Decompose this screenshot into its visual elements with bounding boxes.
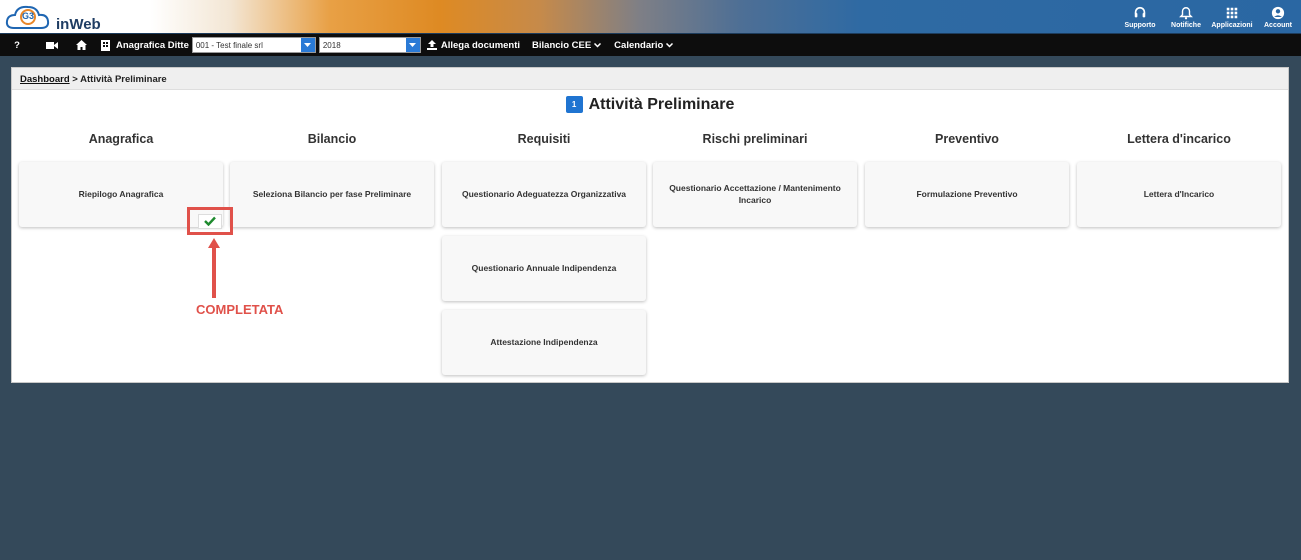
anagrafica-ditte-label: Anagrafica Ditte [116,39,189,51]
support-button[interactable]: Supporto [1117,0,1163,34]
completed-status-badge[interactable] [198,213,222,229]
column-heading-preventivo: Preventivo [935,132,999,146]
user-circle-icon [1271,6,1285,19]
card-questionario-adeguatezza[interactable]: Questionario Adeguatezza Organizzativa [442,162,646,227]
card-formulazione-preventivo[interactable]: Formulazione Preventivo [865,162,1069,227]
card-seleziona-bilancio[interactable]: Seleziona Bilancio per fase Preliminare [230,162,434,227]
notifications-label: Notifiche [1171,21,1201,29]
year-select[interactable]: 2018 [318,37,421,53]
headset-icon [1134,6,1146,17]
home-icon [75,40,87,50]
building-icon [100,39,110,51]
help-button[interactable]: ? [0,34,34,56]
app-header: G3 inWeb Supporto Notifiche Applicazioni… [0,0,1301,34]
bell-icon [1179,6,1193,19]
help-label: ? [14,39,20,51]
logo-text: inWeb [56,16,101,33]
card-questionario-indipendenza[interactable]: Questionario Annuale Indipendenza [442,236,646,301]
company-select-value: 001 - Test finale srl [195,41,263,50]
home-button[interactable] [70,34,92,56]
video-button[interactable] [34,34,70,56]
page-title-text: Attività Preliminare [588,96,735,113]
calendario-menu[interactable]: Calendario [614,34,674,56]
completed-check-highlight [187,207,233,235]
video-camera-icon [46,41,58,49]
bilancio-cee-menu[interactable]: Bilancio CEE [532,34,602,56]
notifications-button[interactable]: Notifiche [1163,0,1209,34]
app-logo[interactable]: G3 inWeb [4,2,114,33]
column-heading-requisiti: Requisiti [517,132,571,146]
building-button[interactable] [94,34,116,56]
check-icon [204,216,216,226]
step-number-badge: 1 [565,96,583,113]
column-heading-bilancio: Bilancio [307,132,357,146]
breadcrumb: Dashboard > Attività Preliminare [12,68,1288,90]
upload-icon [426,40,437,50]
card-label: Questionario Adeguatezza Organizzativa [461,188,627,199]
bilancio-cee-label: Bilancio CEE [532,39,592,51]
breadcrumb-current: Attività Preliminare [80,74,167,85]
card-attestazione-indipendenza[interactable]: Attestazione Indipendenza [442,310,646,375]
account-button[interactable]: Account [1255,0,1301,34]
card-label: Questionario Annuale Indipendenza [471,262,617,273]
allega-documenti-button[interactable]: Allega documenti [426,34,521,56]
account-label: Account [1264,21,1292,29]
applications-label: Applicazioni [1211,21,1253,29]
applications-button[interactable]: Applicazioni [1209,0,1255,34]
year-select-value: 2018 [322,41,341,50]
completata-annotation: COMPLETATA [196,302,284,317]
card-label: Questionario Accettazione / Mantenimento… [669,183,841,205]
column-heading-rischi: Rischi preliminari [702,132,808,146]
card-label: Lettera d'Incarico [1143,188,1215,199]
breadcrumb-text: Dashboard > Attività Preliminare [20,74,167,85]
main-toolbar: ? Anagrafica Ditte 001 - Test finale srl… [0,34,1301,56]
card-label: Attestazione Indipendenza [490,336,598,347]
company-select[interactable]: 001 - Test finale srl [191,37,316,53]
page-title: 1 Attività Preliminare [12,96,1288,114]
chevron-down-icon [666,42,674,48]
header-icon-group: Supporto Notifiche Applicazioni Account [1117,0,1301,34]
arrow-up-icon [208,238,220,298]
column-heading-anagrafica: Anagrafica [88,132,154,146]
card-label: Formulazione Preventivo [916,188,1018,199]
chevron-down-icon[interactable] [405,38,420,52]
column-heading-lettera: Lettera d'incarico [1127,132,1231,146]
breadcrumb-separator: > [72,74,78,85]
breadcrumb-dashboard-link[interactable]: Dashboard [20,74,70,85]
logo-badge: G3 [22,11,35,21]
chevron-down-icon [594,42,602,48]
content-panel: Dashboard > Attività Preliminare 1 Attivi… [11,67,1289,383]
grid-icon [1226,7,1238,18]
card-label: Seleziona Bilancio per fase Preliminare [252,188,412,199]
chevron-down-icon[interactable] [300,38,315,52]
card-lettera-incarico[interactable]: Lettera d'Incarico [1077,162,1281,227]
card-questionario-accettazione[interactable]: Questionario Accettazione / Mantenimento… [653,162,857,227]
support-label: Supporto [1124,21,1156,29]
card-label: Riepilogo Anagrafica [78,188,164,199]
calendario-label: Calendario [614,39,664,51]
allega-documenti-label: Allega documenti [440,39,521,51]
